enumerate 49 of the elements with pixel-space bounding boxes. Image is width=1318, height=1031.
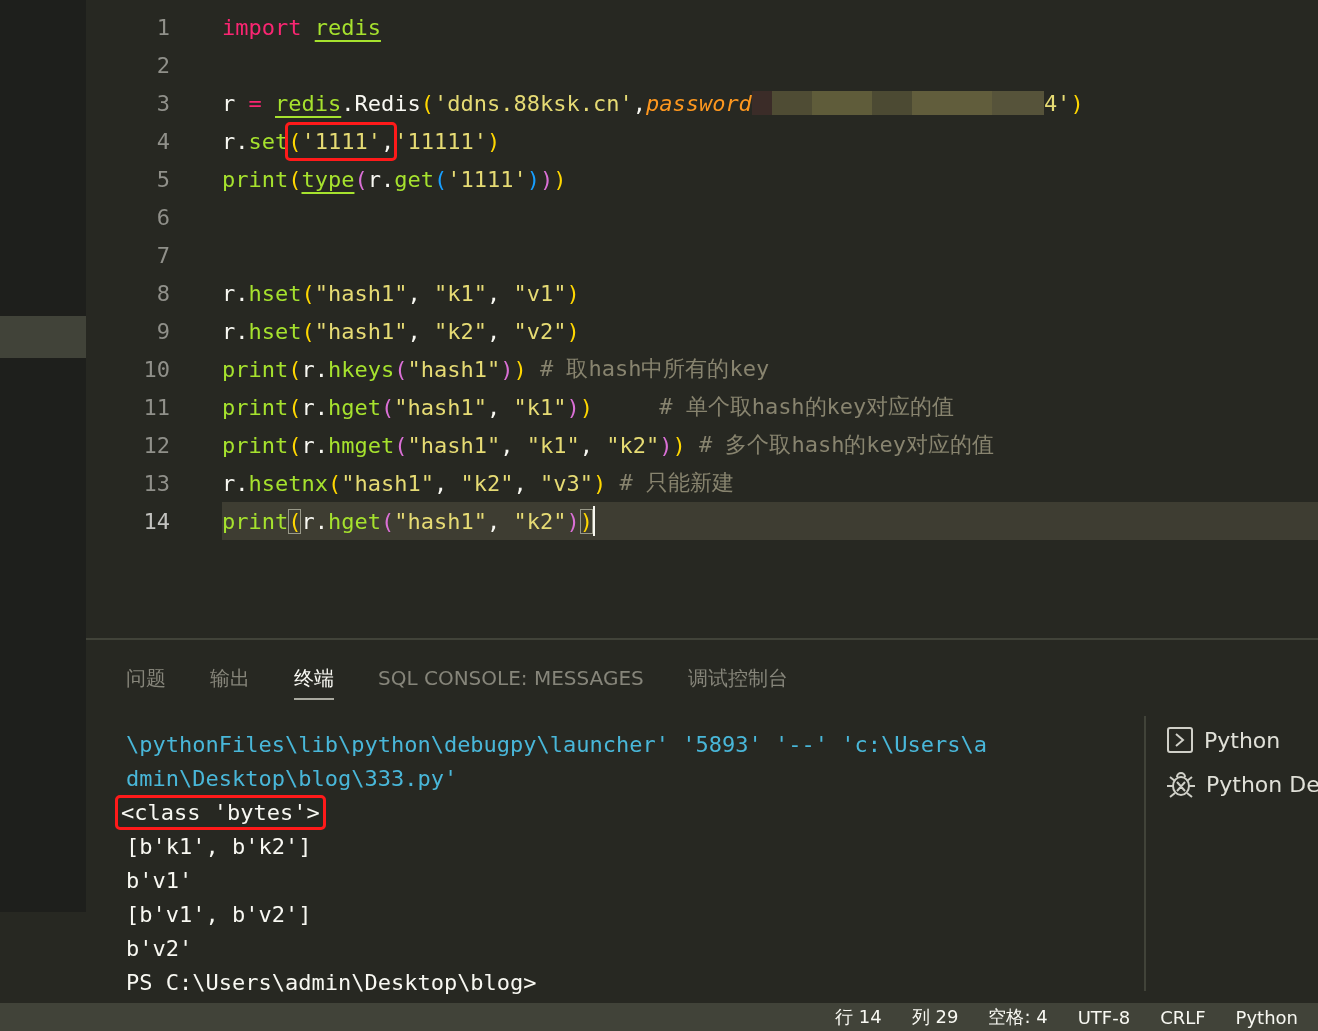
- terminal-output: b'v2': [126, 935, 194, 963]
- status-item[interactable]: Python: [1235, 1006, 1298, 1028]
- bug-icon: [1166, 769, 1196, 799]
- terminal-output: [b'v1', b'v2']: [126, 901, 313, 929]
- line-number: 6: [155, 204, 171, 230]
- terminal-output: \pythonFiles\lib\python\debugpy\launcher' '5893' '--' 'c:\Users\a: [126, 731, 988, 759]
- line-number: 4: [155, 128, 171, 154]
- status-item[interactable]: 行 14: [835, 1005, 882, 1029]
- status-item[interactable]: UTF-8: [1077, 1006, 1131, 1028]
- line-number: 14: [142, 508, 171, 534]
- terminal-output: PS C:\Users\admin\Desktop\blog>: [126, 969, 538, 997]
- status-item[interactable]: CRLF: [1160, 1006, 1206, 1028]
- status-item[interactable]: 空格: 4: [988, 1005, 1048, 1029]
- line-number: 10: [142, 356, 171, 382]
- code-line: print(r.hmget("hash1", "k1", "k2")) # 多个取hash的key对应的值: [222, 431, 996, 460]
- line-number: 11: [142, 394, 171, 420]
- terminal-list-item[interactable]: Python: [1166, 722, 1318, 758]
- line-number: 9: [155, 318, 171, 344]
- code-line: print(r.hget("hash1", "k1")) # 单个取hash的key对应的值: [222, 393, 956, 422]
- code-line: r.hsetnx("hash1", "k2", "v3") # 只能新建: [222, 469, 735, 498]
- line-number: 8: [155, 280, 171, 306]
- line-number: 1: [155, 14, 171, 40]
- code-line: r.hset("hash1", "k1", "v1"): [222, 279, 581, 308]
- terminal-output: dmin\Desktop\blog\333.py': [126, 765, 459, 793]
- panel-tab[interactable]: 问题: [126, 656, 166, 700]
- code-line: print(r.hkeys("hash1")) # 取hash中所有的key: [222, 355, 771, 384]
- status-item[interactable]: 列 29: [911, 1005, 959, 1029]
- code-line: r = redis.Redis('ddns.88ksk.cn',password 4'): [222, 89, 1085, 118]
- code-line: import redis: [222, 13, 382, 42]
- panel-tab[interactable]: 输出: [210, 656, 250, 700]
- terminal-output: [b'k1', b'k2']: [126, 833, 313, 861]
- line-number: 12: [142, 432, 171, 458]
- terminal-output: b'v1': [126, 867, 194, 895]
- annotation-box: ('1111',: [285, 121, 398, 161]
- line-number: 5: [155, 166, 171, 192]
- panel-tab[interactable]: SQL CONSOLE: MESSAGES: [378, 658, 644, 698]
- text-cursor: [592, 506, 595, 536]
- code-line: r.hset("hash1", "k2", "v2"): [222, 317, 581, 346]
- panel-tab[interactable]: 调试控制台: [687, 656, 788, 700]
- terminal-output: <class 'bytes'>: [115, 795, 326, 830]
- line-number: 13: [142, 470, 171, 496]
- line-number: 7: [155, 242, 171, 268]
- panel-tab[interactable]: 终端: [294, 656, 334, 700]
- code-line: r.set('1111','11111'): [222, 122, 1318, 160]
- line-number: 2: [155, 52, 171, 78]
- code-line: print(type(r.get('1111'))): [222, 165, 568, 194]
- line-number: 3: [155, 90, 171, 116]
- terminal-icon: [1166, 726, 1194, 754]
- terminal-list-item[interactable]: Python De: [1166, 766, 1318, 802]
